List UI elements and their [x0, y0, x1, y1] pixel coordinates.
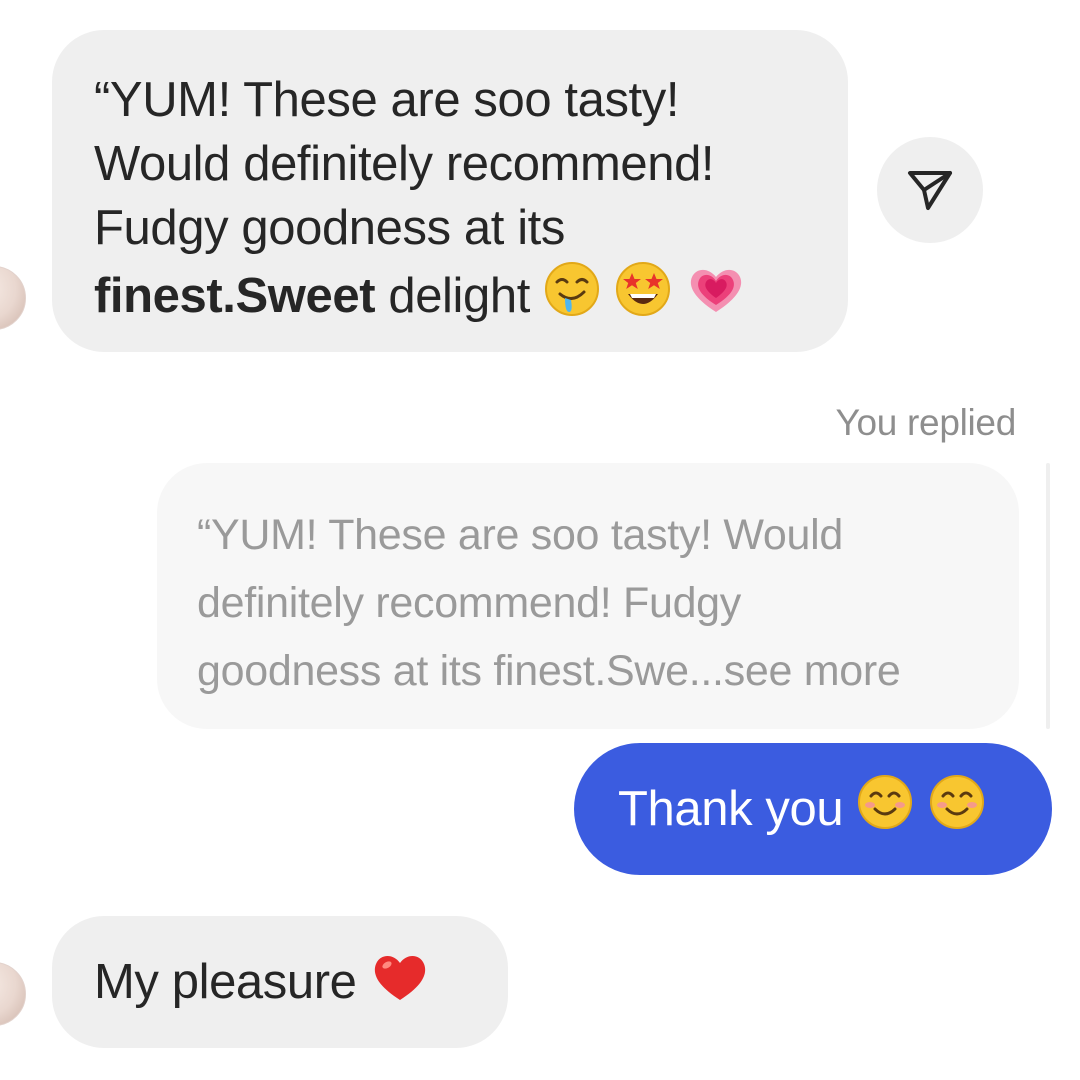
- message-line: “YUM! These are soo tasty!: [94, 73, 680, 127]
- quoted-line: “YUM! These are soo tasty! Would: [197, 511, 844, 559]
- smiling-face-emoji-icon: [856, 749, 914, 881]
- message-line: Would definitely recommend!: [94, 137, 715, 191]
- share-button[interactable]: [877, 137, 983, 243]
- smiling-face-emoji-icon: [928, 749, 986, 881]
- reply-status-label: You replied: [835, 402, 1017, 443]
- message-line: Fudgy goodness at its: [94, 201, 566, 255]
- message-text: My pleasure: [94, 955, 370, 1009]
- send-paper-plane-icon: [908, 171, 952, 210]
- message-line: finest.Sweet delight: [94, 260, 828, 334]
- quote-indicator-bar: [1046, 463, 1050, 729]
- message-bold-text: finest.Sweet: [94, 269, 376, 323]
- sent-message-bubble[interactable]: Thank you: [574, 743, 1052, 875]
- received-message-bubble[interactable]: “YUM! These are soo tasty! Would definit…: [52, 30, 848, 352]
- quoted-line: goodness at its finest.Swe...see more: [197, 647, 901, 695]
- quoted-message[interactable]: “YUM! These are soo tasty! Would definit…: [157, 463, 1019, 729]
- drooling-face-emoji-icon: [543, 260, 601, 334]
- sender-avatar[interactable]: [0, 266, 26, 330]
- quoted-line: definitely recommend! Fudgy: [197, 579, 741, 627]
- message-text: delight: [375, 269, 530, 323]
- growing-heart-emoji-icon: [686, 260, 746, 334]
- star-struck-emoji-icon: [614, 260, 672, 334]
- message-text: Thank you: [618, 782, 857, 836]
- sender-avatar[interactable]: [0, 962, 26, 1026]
- received-message-bubble[interactable]: My pleasure: [52, 916, 508, 1048]
- red-heart-emoji-icon: [370, 922, 430, 1054]
